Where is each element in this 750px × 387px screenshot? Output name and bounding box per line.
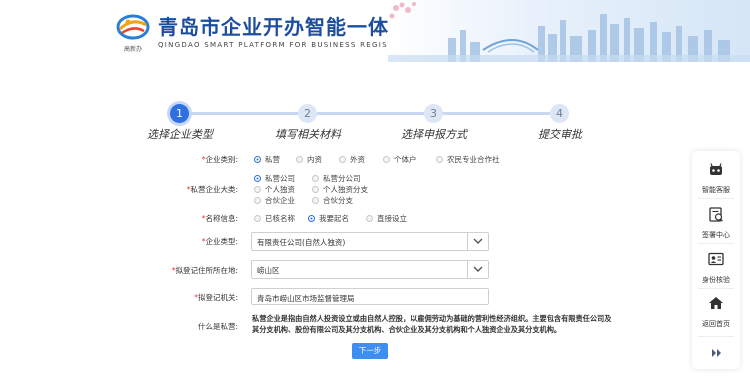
radio-sole-proprietorship[interactable]: 个人独资 [254, 184, 295, 195]
enterprise-type-select[interactable]: 有限责任公司(自然人独资) [251, 232, 489, 251]
header: 高新办 青岛市企业开办智能一体化平台 QINGDAO SMART PLATFOR… [0, 0, 750, 62]
registration-location-value: 崂山区 [257, 266, 280, 275]
registration-location-select[interactable]: 崂山区 [251, 260, 489, 279]
step-2-circle: 2 [298, 104, 317, 123]
radio-dot [312, 175, 319, 182]
name-info-label: *名称信息: [201, 214, 238, 223]
what-is-private-label: 什么是私营: [197, 322, 238, 331]
radio-dot [254, 186, 261, 193]
enterprise-type-label: *企业类型: [201, 237, 238, 246]
registration-authority-label: *拟登记机关: [194, 293, 238, 302]
radio-dot [436, 156, 443, 163]
robot-icon [710, 163, 722, 175]
radio-dot [308, 215, 315, 222]
home-icon [709, 297, 723, 309]
radio-verified-name[interactable]: 已核名称 [254, 213, 295, 224]
private-enterprise-description: 私营企业是指由自然人投资设立或由自然人控股，以雇佣劳动为基础的营利性经济组织。主… [252, 314, 612, 334]
divider [698, 243, 734, 244]
step-3-label: 选择申报方式 [401, 128, 467, 141]
step-1-label: 选择企业类型 [147, 128, 213, 141]
step-1-circle: 1 [170, 104, 189, 123]
sign-icon [709, 207, 723, 222]
radio-dot [254, 197, 261, 204]
side-item-label: 返回首页 [702, 320, 730, 328]
side-item-sign-center[interactable]: 签署中心 [692, 207, 740, 243]
radio-dot [254, 156, 261, 163]
enterprise-type-value: 有限责任公司(自然人独资) [257, 238, 346, 247]
dropdown-toggle[interactable] [467, 233, 488, 250]
step-2-label: 填写相关材料 [275, 128, 341, 141]
enterprise-category-label: *企业类别: [201, 155, 238, 164]
next-button[interactable]: 下一步 [352, 343, 388, 359]
registration-authority-field[interactable]: 青岛市崂山区市场监督管理局 [251, 288, 489, 305]
radio-dot [339, 156, 346, 163]
radio-dot [312, 186, 319, 193]
step-connector [190, 112, 550, 115]
registration-location-label: *拟登记住所所在地: [171, 266, 238, 275]
chevron-down-icon [473, 238, 483, 244]
step-4-circle: 4 [550, 104, 569, 123]
radio-private-branch[interactable]: 私营分公司 [312, 173, 361, 184]
radio-partnership-branch[interactable]: 合伙分支 [312, 195, 353, 206]
radio-private-company[interactable]: 私营公司 [254, 173, 295, 184]
divider [698, 288, 734, 289]
step-3-circle: 3 [424, 104, 443, 123]
city-skyline-image [388, 0, 750, 62]
radio-direct-establish[interactable]: 直接设立 [366, 213, 407, 224]
chevron-down-icon [473, 266, 483, 272]
logo-caption: 高新办 [123, 46, 142, 53]
radio-individual[interactable]: 个体户 [383, 154, 417, 165]
radio-dot [296, 156, 303, 163]
private-category-label: *私营企业大类: [186, 185, 238, 194]
side-item-home[interactable]: 返回首页 [692, 296, 740, 332]
radio-create-name[interactable]: 我要起名 [308, 213, 349, 224]
double-chevron-right-icon [712, 349, 721, 357]
id-card-icon [708, 252, 724, 266]
radio-private[interactable]: 私营 [254, 154, 280, 165]
collapse-button[interactable] [692, 347, 740, 361]
dropdown-toggle[interactable] [467, 261, 488, 278]
registration-authority-value: 青岛市崂山区市场监督管理局 [257, 294, 355, 303]
side-toolbar: 智能客服 签署中心 身份核验 返回首页 [692, 151, 740, 369]
side-item-customer-service[interactable]: 智能客服 [692, 163, 740, 199]
divider [698, 336, 734, 337]
radio-dot [383, 156, 390, 163]
radio-cooperative[interactable]: 农民专业合作社 [436, 154, 500, 165]
side-item-label: 智能客服 [702, 186, 730, 194]
step-4-label: 提交审批 [538, 128, 582, 141]
radio-partnership[interactable]: 合伙企业 [254, 195, 295, 206]
divider [698, 198, 734, 199]
side-item-label: 身份核验 [702, 276, 730, 284]
radio-domestic[interactable]: 内资 [296, 154, 322, 165]
page: 高新办 青岛市企业开办智能一体化平台 QINGDAO SMART PLATFOR… [0, 0, 750, 387]
side-item-label: 签署中心 [702, 231, 730, 239]
radio-dot [254, 175, 261, 182]
side-item-identity-verify[interactable]: 身份核验 [692, 252, 740, 288]
radio-dot [254, 215, 261, 222]
logo-icon [116, 14, 150, 40]
progress-steps: 1 2 3 4 选择企业类型 填写相关材料 选择申报方式 提交审批 [147, 96, 590, 146]
radio-dot [366, 215, 373, 222]
radio-dot [312, 197, 319, 204]
radio-sole-proprietorship-branch[interactable]: 个人独资分支 [312, 184, 368, 195]
site-subtitle: QINGDAO SMART PLATFORM FOR BUSINESS REGI… [158, 41, 428, 49]
radio-foreign[interactable]: 外资 [339, 154, 365, 165]
